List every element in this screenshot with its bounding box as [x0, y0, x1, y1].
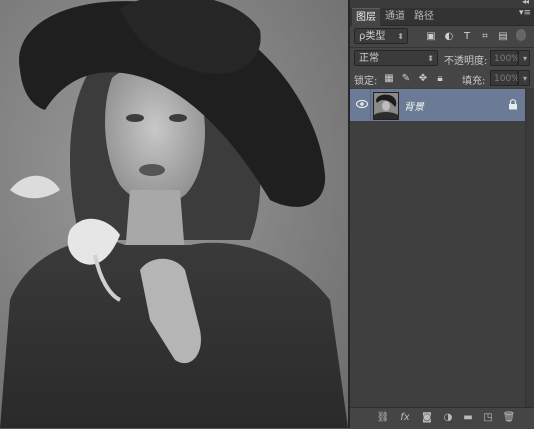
opacity-field[interactable]: 100% — [490, 50, 520, 66]
folder-icon[interactable]: ▬ — [461, 411, 475, 425]
opacity-label: 不透明度: — [444, 56, 488, 67]
opacity-dropdown[interactable]: ▾ — [518, 50, 530, 66]
chevron-down-icon: ▾ — [522, 74, 527, 83]
type-filter-icon[interactable]: T — [460, 30, 474, 44]
filter-kind-label: ρ类型 — [359, 31, 386, 42]
chevron-updown-icon: ⬍ — [397, 32, 404, 41]
lock-all-icon[interactable]: 🔒︎ — [433, 72, 447, 86]
fill-dropdown[interactable]: ▾ — [518, 70, 530, 86]
pixel-filter-icon[interactable]: ▣ — [424, 30, 438, 44]
blend-row: 正常 ⬍ 不透明度: 100% ▾ — [350, 48, 534, 68]
portrait-photo — [0, 0, 348, 428]
blend-mode-dropdown[interactable]: 正常 ⬍ — [354, 50, 438, 66]
visibility-divider — [370, 89, 371, 121]
filter-toggle[interactable] — [516, 29, 526, 41]
layer-list-scrollbar[interactable] — [525, 88, 534, 407]
layer-name[interactable]: 背景 — [404, 98, 424, 113]
tab-channels[interactable]: 通道 — [381, 8, 409, 25]
double-chevron-icon[interactable]: ◂◂ — [522, 0, 529, 6]
trash-icon[interactable]: 🗑︎ — [502, 411, 516, 425]
blend-mode-value: 正常 — [359, 53, 379, 64]
eye-icon[interactable] — [356, 99, 368, 109]
lock-row: 锁定: ▦ ✎ ✥ 🔒︎ 填充: 100% ▾ — [350, 68, 534, 88]
shape-filter-icon[interactable]: ⌗ — [478, 30, 492, 44]
lock-icon — [509, 99, 517, 110]
layers-bottom-toolbar: ⛓ fx ◙ ◑ ▬ ◳ 🗑︎ — [350, 407, 534, 429]
chevron-updown-icon: ⬍ — [427, 54, 434, 63]
fill-field[interactable]: 100% — [490, 70, 520, 86]
tab-paths[interactable]: 路径 — [410, 8, 438, 25]
layers-panel: ◂◂ 图层 通道 路径 ▾≡ ρ类型 ⬍ ▣ ◐ T ⌗ ▤ 正常 ⬍ 不透明度… — [350, 0, 534, 429]
adjustment-filter-icon[interactable]: ◐ — [442, 30, 456, 44]
layer-thumbnail — [373, 92, 399, 120]
filter-row: ρ类型 ⬍ ▣ ◐ T ⌗ ▤ — [350, 26, 534, 46]
fill-label: 填充: — [462, 76, 486, 87]
lock-transparent-icon[interactable]: ▦ — [382, 72, 396, 86]
chevron-down-icon: ▾ — [522, 54, 527, 63]
lock-move-icon[interactable]: ✥ — [416, 72, 430, 86]
layer-row-background[interactable]: 背景 — [350, 89, 526, 121]
lock-label: 锁定: — [354, 76, 378, 87]
fx-icon[interactable]: fx — [398, 411, 412, 425]
panel-tabs: 图层 通道 路径 ▾≡ — [350, 8, 534, 26]
mask-icon[interactable]: ◙ — [420, 411, 434, 425]
new-layer-icon[interactable]: ◳ — [481, 411, 495, 425]
tab-layers[interactable]: 图层 — [352, 8, 380, 26]
lock-brush-icon[interactable]: ✎ — [399, 72, 413, 86]
layer-list: 背景 — [350, 88, 534, 407]
smart-object-filter-icon[interactable]: ▤ — [496, 30, 510, 44]
adjustment-icon[interactable]: ◑ — [441, 411, 455, 425]
document-canvas[interactable] — [0, 0, 348, 428]
panel-menu-icon[interactable]: ▾≡ — [519, 8, 531, 18]
filter-kind-dropdown[interactable]: ρ类型 ⬍ — [354, 28, 408, 44]
link-icon[interactable]: ⛓ — [376, 411, 390, 425]
panel-top-strip: ◂◂ — [350, 0, 534, 8]
